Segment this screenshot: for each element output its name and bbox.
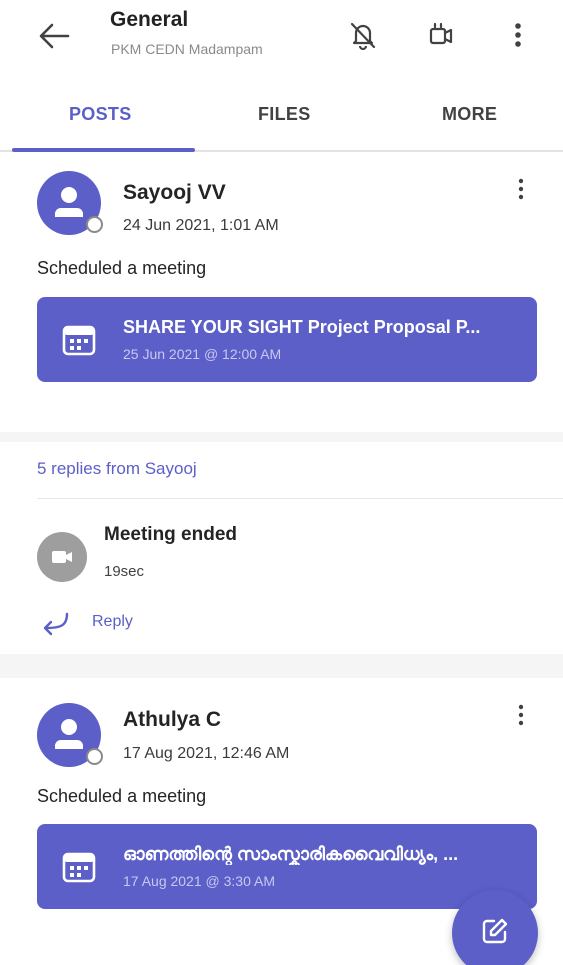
section-divider xyxy=(0,432,563,442)
meeting-title: ഓണത്തിന്റെ സാംസ്കാരികവൈവിധ്യം, ... xyxy=(123,844,459,864)
tab-files[interactable]: FILES xyxy=(258,104,311,125)
channel-title: General xyxy=(110,8,189,31)
divider xyxy=(37,498,563,499)
meeting-card[interactable]: ഓണത്തിന്റെ സാംസ്കാരികവൈവിധ്യം, ... 17 Au… xyxy=(37,824,537,909)
presence-indicator xyxy=(86,216,103,233)
more-options-icon[interactable] xyxy=(501,18,535,52)
team-name: PKM CEDN Madampam xyxy=(111,41,263,57)
meeting-date: 17 Aug 2021 @ 3:30 AM xyxy=(123,873,275,889)
avatar[interactable] xyxy=(37,703,103,767)
post-more-icon[interactable] xyxy=(511,702,531,730)
meeting-title: SHARE YOUR SIGHT Project Proposal P... xyxy=(123,317,481,337)
calendar-icon xyxy=(62,325,96,356)
presence-indicator xyxy=(86,748,103,765)
channel-header: General PKM CEDN Madampam xyxy=(0,0,563,75)
meeting-card[interactable]: SHARE YOUR SIGHT Project Proposal P... 2… xyxy=(37,297,537,382)
compose-icon xyxy=(482,918,508,944)
channel-tabs: POSTS FILES MORE xyxy=(0,88,563,152)
post-action-text: Scheduled a meeting xyxy=(37,786,207,806)
back-arrow-icon[interactable] xyxy=(34,16,74,56)
tab-posts[interactable]: POSTS xyxy=(69,104,132,125)
meeting-ended-avatar xyxy=(37,532,87,582)
replies-link[interactable]: 5 replies from Sayooj xyxy=(37,459,197,479)
meet-now-icon[interactable] xyxy=(424,18,458,52)
tab-more[interactable]: MORE xyxy=(442,104,497,125)
avatar[interactable] xyxy=(37,171,103,235)
meeting-date: 25 Jun 2021 @ 12:00 AM xyxy=(123,346,282,362)
meeting-duration: 19sec xyxy=(104,563,145,580)
post-action-text: Scheduled a meeting xyxy=(37,258,207,278)
calendar-icon xyxy=(62,852,96,883)
notifications-off-icon[interactable] xyxy=(346,18,380,52)
post-more-icon[interactable] xyxy=(511,176,531,204)
post-timestamp: 17 Aug 2021, 12:46 AM xyxy=(123,745,290,762)
post-author[interactable]: Sayooj VV xyxy=(123,181,226,205)
reply-button[interactable]: Reply xyxy=(92,613,133,631)
active-tab-indicator xyxy=(12,148,195,152)
reply-title: Meeting ended xyxy=(104,524,238,545)
section-divider xyxy=(0,654,563,678)
post-author[interactable]: Athulya C xyxy=(123,708,221,732)
post-timestamp: 24 Jun 2021, 1:01 AM xyxy=(123,217,279,234)
reply-arrow-icon[interactable] xyxy=(40,610,70,636)
video-camera-icon xyxy=(52,551,72,563)
